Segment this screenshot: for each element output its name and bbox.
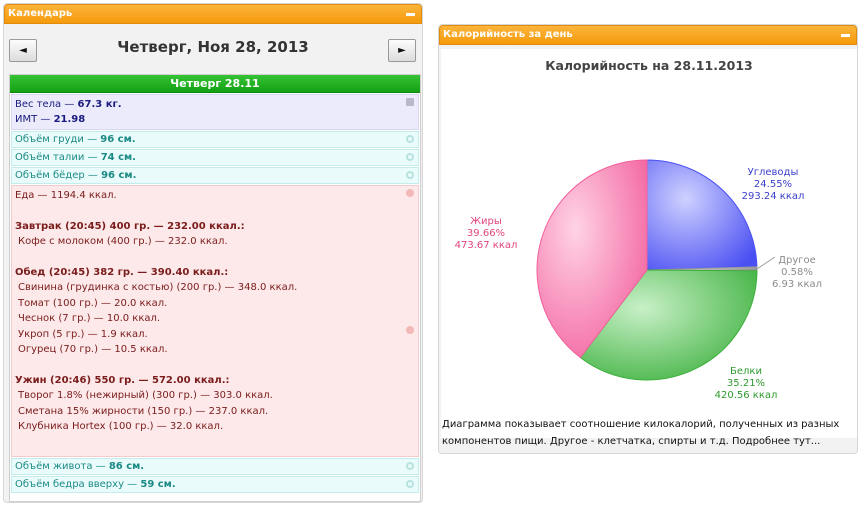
weight-entry[interactable]: Вес тела — 67.3 кг. ИМТ — 21.98 xyxy=(11,94,419,130)
weight-value: 67.3 кг. xyxy=(77,99,122,110)
food-item: Клубника Hortex (100 гр.) — 32.0 ккал. xyxy=(18,421,224,432)
bmi-label: ИМТ — xyxy=(15,114,54,125)
measure-label: Объём бедра вверху — xyxy=(15,479,141,490)
prev-day-button[interactable]: ◄ xyxy=(9,39,37,62)
measure-hips[interactable]: Объём бёдер — 96 см. xyxy=(11,167,419,184)
day-header: Четверг 28.11 xyxy=(10,75,420,93)
tape-measure-icon xyxy=(406,480,414,488)
pie-label-name: Белки xyxy=(730,366,762,377)
next-day-button[interactable]: ► xyxy=(388,39,416,62)
pie-label-name: Другое xyxy=(778,255,816,266)
measure-value: 59 см. xyxy=(140,479,176,490)
pie-label-kcal: 473.67 ккал xyxy=(455,240,518,251)
meal-title: Обед (20:45) 382 гр. — 390.40 ккал.: xyxy=(15,266,229,278)
measure-upper-thigh[interactable]: Объём бедра вверху — 59 см. xyxy=(11,476,419,493)
food-item: Укроп (5 гр.) — 1.9 ккал. xyxy=(18,328,148,340)
food-item: Чеснок (7 гр.) — 10.0 ккал. xyxy=(18,313,161,324)
pie-label-kcal: 293.24 ккал xyxy=(742,191,805,202)
date-navigation: ◄ Четверг, Ноя 28, 2013 ► xyxy=(4,26,422,72)
day-entries: Четверг 28.11 Вес тела — 67.3 кг. ИМТ — … xyxy=(9,74,421,502)
pie-label-kcal: 6.93 ккал xyxy=(772,279,822,290)
pie-slice-Углеводы[interactable] xyxy=(646,159,758,271)
tape-measure-icon xyxy=(406,171,414,179)
scale-icon xyxy=(406,98,414,106)
pie-label-percent: 24.55% xyxy=(754,179,792,190)
calendar-panel-title: Календарь xyxy=(8,8,73,19)
collapse-icon[interactable] xyxy=(406,13,415,16)
weight-label: Вес тела — xyxy=(15,99,78,110)
measure-label: Объём живота — xyxy=(15,461,109,472)
food-item: Томат (100 гр.) — 20.0 ккал. xyxy=(18,297,168,309)
pie-label-name: Жиры xyxy=(470,216,502,227)
measure-chest[interactable]: Объём груди — 96 см. xyxy=(11,131,419,148)
food-total: Еда — 1194.4 ккал. xyxy=(15,190,117,201)
tape-measure-icon xyxy=(406,153,414,161)
meal-title: Завтрак (20:45) 400 гр. — 232.00 ккал.: xyxy=(15,220,245,232)
food-entry[interactable]: Еда — 1194.4 ккал. Завтрак (20:45) 400 г… xyxy=(11,185,419,457)
chart-description: Диаграмма показывает соотношение килокал… xyxy=(442,419,840,447)
measure-label: Объём груди — xyxy=(15,134,101,145)
calories-panel-title: Калорийность за день xyxy=(443,29,573,40)
food-item: Творог 1.8% (нежирный) (300 гр.) — 303.0… xyxy=(18,390,273,401)
measure-label: Объём талии — xyxy=(15,152,101,163)
tape-measure-icon xyxy=(406,462,414,470)
calendar-panel: Календарь ◄ Четверг, Ноя 28, 2013 ► Четв… xyxy=(3,3,423,503)
food-item: Кофе с молоком (400 гр.) — 232.0 ккал. xyxy=(18,236,228,247)
calories-panel: Калорийность за день Калорийность на 28.… xyxy=(438,24,858,454)
pie-label-name: Углеводы xyxy=(748,167,799,178)
measure-label: Объём бёдер — xyxy=(15,170,102,181)
apple-icon xyxy=(406,326,414,334)
pie-leader-line xyxy=(756,256,776,270)
food-item: Свинина (грудинка с костью) (200 гр.) — … xyxy=(18,282,298,293)
measure-value: 86 см. xyxy=(108,461,145,472)
food-item: Огурец (70 гр.) — 10.5 ккал. xyxy=(18,344,168,355)
food-item: Сметана 15% жирности (150 гр.) — 237.0 к… xyxy=(18,405,269,417)
collapse-icon[interactable] xyxy=(841,34,850,37)
pie-label-percent: 35.21% xyxy=(727,378,765,389)
measure-waist[interactable]: Объём талии — 74 см. xyxy=(11,149,419,166)
pie-chart: Углеводы24.55%293.24 ккал Другое0.58%6.93… xyxy=(455,159,822,401)
bmi-value: 21.98 xyxy=(53,114,86,125)
apple-icon xyxy=(406,189,414,197)
measure-value: 96 см. xyxy=(100,134,136,145)
date-title: Четверг, Ноя 28, 2013 xyxy=(117,38,309,56)
measure-value: 74 см. xyxy=(100,152,136,163)
meal-title: Ужин (20:46) 550 гр. — 572.00 ккал.: xyxy=(15,374,230,386)
tape-measure-icon xyxy=(406,135,414,143)
pie-label-percent: 0.58% xyxy=(781,267,813,278)
calories-panel-header: Калорийность за день xyxy=(439,25,857,45)
pie-label-kcal: 420.56 ккал xyxy=(715,390,778,401)
pie-label-percent: 39.66% xyxy=(467,228,505,239)
measure-belly[interactable]: Объём живота — 86 см. xyxy=(11,458,419,475)
chart-area: Калорийность на 28.11.2013 Углеводы 24.55… xyxy=(441,49,857,438)
measure-value: 96 см. xyxy=(101,170,137,181)
calendar-panel-header: Календарь xyxy=(4,4,422,24)
